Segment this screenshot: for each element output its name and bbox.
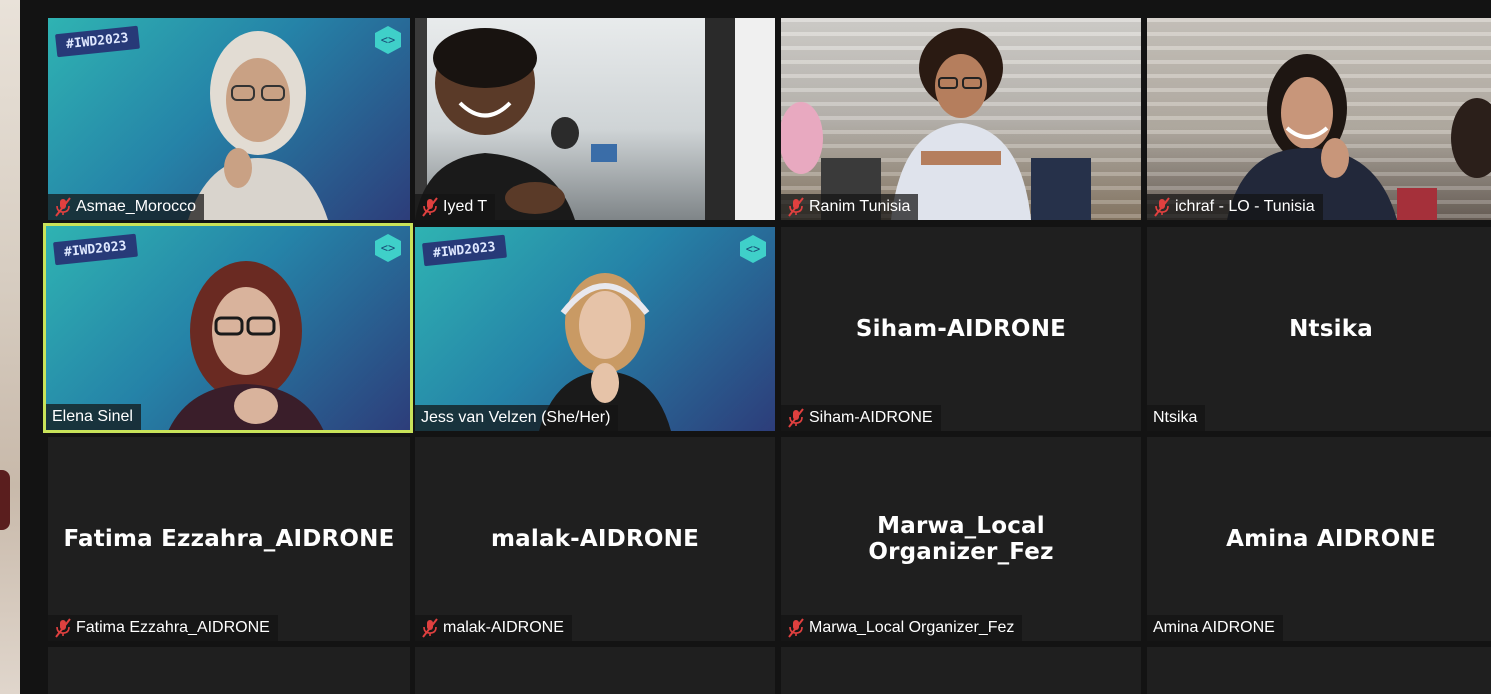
iwd-tag: #IWD2023 [55, 25, 140, 58]
participant-name: Amina AIDRONE [1153, 619, 1275, 636]
participant-name: Ranim Tunisia [809, 198, 911, 215]
participant-video [1227, 54, 1491, 220]
gallery-view: #IWD2023 <> Asmae_Morocco Iyed T Ranim T… [20, 0, 1491, 694]
participant-video [168, 261, 324, 430]
participant-tile[interactable] [48, 647, 410, 694]
microphone-muted-icon [788, 197, 804, 217]
participant-tile-active-speaker[interactable]: #IWD2023 <> Elena Sinel [43, 223, 413, 433]
participant-name: Iyed T [443, 198, 488, 215]
svg-text:<>: <> [381, 33, 395, 47]
participant-name: Asmae_Morocco [76, 198, 197, 215]
iwd-tag: #IWD2023 [422, 234, 507, 267]
microphone-muted-icon [55, 618, 71, 638]
participant-name: Marwa_Local Organizer_Fez [809, 619, 1015, 636]
participant-tile[interactable]: malak-AIDRONE malak-AIDRONE [415, 437, 775, 641]
participant-nametag: Marwa_Local Organizer_Fez [781, 615, 1023, 641]
participant-center-name: Amina AIDRONE [1226, 526, 1436, 552]
participant-tile[interactable]: Iyed T [415, 18, 775, 220]
microphone-muted-icon [788, 618, 804, 638]
participant-center-name: Fatima Ezzahra_AIDRONE [63, 526, 395, 552]
iwd-tag: #IWD2023 [53, 233, 138, 266]
microphone-muted-icon [1154, 197, 1170, 217]
participant-nametag: Siham-AIDRONE [781, 405, 941, 431]
participant-center-name: malak-AIDRONE [490, 526, 699, 552]
microphone-muted-icon [422, 618, 438, 638]
participant-name: ichraf - LO - Tunisia [1175, 198, 1315, 215]
participant-center-name: Siham-AIDRONE [855, 316, 1067, 342]
background-object [0, 470, 10, 530]
participant-video [415, 18, 775, 220]
participant-tile[interactable]: Ntsika Ntsika [1147, 227, 1491, 431]
participant-name: Siham-AIDRONE [809, 409, 933, 426]
participant-name: Fatima Ezzahra_AIDRONE [76, 619, 270, 636]
participant-tile[interactable]: ichraf - LO - Tunisia [1147, 18, 1491, 220]
participant-nametag: Jess van Velzen (She/Her) [415, 405, 619, 431]
participant-nametag: ichraf - LO - Tunisia [1147, 194, 1323, 220]
microphone-muted-icon [422, 197, 438, 217]
participant-video [781, 28, 1091, 220]
microphone-muted-icon [55, 197, 71, 217]
participant-nametag: Asmae_Morocco [48, 194, 205, 220]
participant-name: Jess van Velzen (She/Her) [421, 409, 611, 426]
background-desk-edge [0, 0, 20, 694]
microphone-muted-icon [788, 408, 804, 428]
hexagon-code-icon: <> [740, 235, 766, 263]
participant-tile[interactable]: Marwa_Local Organizer_Fez Marwa_Local Or… [781, 437, 1141, 641]
participant-nametag: Amina AIDRONE [1147, 615, 1283, 641]
participant-tile[interactable]: Amina AIDRONE Amina AIDRONE [1147, 437, 1491, 641]
participant-tile[interactable] [1147, 647, 1491, 694]
participant-nametag: Elena Sinel [46, 404, 141, 430]
svg-text:<>: <> [746, 242, 760, 256]
participant-tile[interactable] [415, 647, 775, 694]
hexagon-code-icon: <> [375, 26, 401, 54]
participant-tile[interactable]: Siham-AIDRONE Siham-AIDRONE [781, 227, 1141, 431]
participant-tile[interactable] [781, 647, 1141, 694]
participant-name: Ntsika [1153, 409, 1198, 426]
participant-nametag: Fatima Ezzahra_AIDRONE [48, 615, 278, 641]
participant-video [188, 31, 328, 220]
svg-text:<>: <> [381, 241, 395, 255]
participant-tile[interactable]: Ranim Tunisia [781, 18, 1141, 220]
participant-tile[interactable]: #IWD2023 <> Jess van Velzen (She/Her) [415, 227, 775, 431]
participant-tile[interactable]: Fatima Ezzahra_AIDRONE Fatima Ezzahra_AI… [48, 437, 410, 641]
participant-name: malak-AIDRONE [443, 619, 564, 636]
participant-nametag: Ntsika [1147, 405, 1206, 431]
participant-center-name: Ntsika [1289, 316, 1373, 342]
participant-nametag: Ranim Tunisia [781, 194, 919, 220]
participant-tile[interactable]: #IWD2023 <> Asmae_Morocco [48, 18, 410, 220]
participant-name: Elena Sinel [52, 408, 133, 425]
hexagon-code-icon: <> [375, 234, 401, 262]
participant-nametag: Iyed T [415, 194, 496, 220]
participant-nametag: malak-AIDRONE [415, 615, 572, 641]
participant-center-name: Marwa_Local Organizer_Fez [868, 513, 1054, 565]
